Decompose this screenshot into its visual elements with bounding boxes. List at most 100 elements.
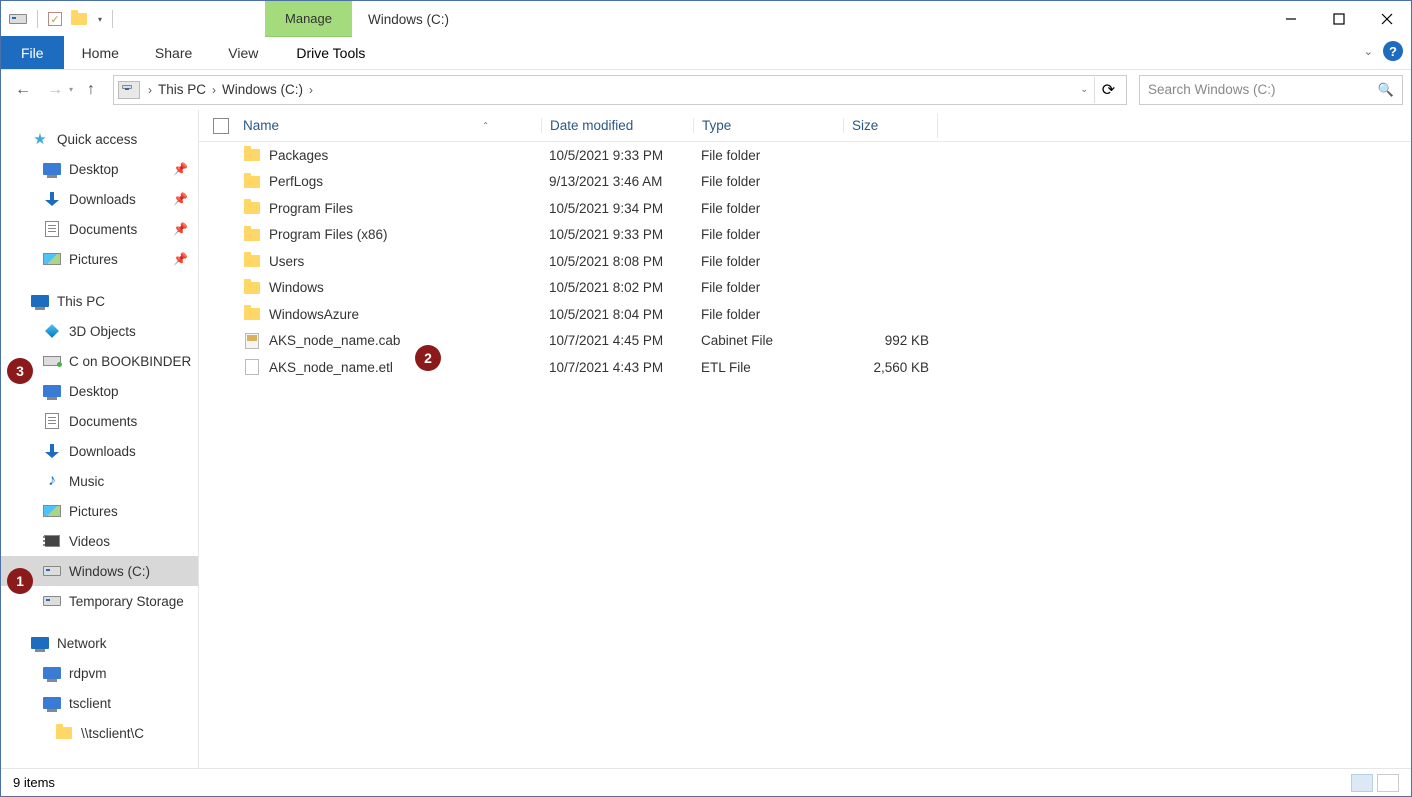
- contextual-tab-manage[interactable]: Manage: [265, 1, 352, 37]
- tree-videos[interactable]: Videos: [1, 526, 198, 556]
- file-row[interactable]: AKS_node_name.cab10/7/2021 4:45 PMCabine…: [199, 328, 1411, 355]
- column-label: Name: [243, 118, 279, 133]
- drive-icon[interactable]: [9, 10, 27, 28]
- drive-icon: [43, 562, 61, 580]
- folder-icon: [243, 173, 261, 191]
- search-input[interactable]: [1148, 82, 1378, 97]
- file-type: File folder: [693, 307, 843, 322]
- file-row[interactable]: Program Files (x86)10/5/2021 9:33 PMFile…: [199, 222, 1411, 249]
- tree-temporary-storage[interactable]: Temporary Storage: [1, 586, 198, 616]
- refresh-button[interactable]: ⟳: [1094, 77, 1122, 103]
- tree-this-pc[interactable]: This PC: [1, 286, 198, 316]
- tree-pictures[interactable]: Pictures: [1, 496, 198, 526]
- column-name[interactable]: Name⌃: [243, 118, 541, 133]
- tree-downloads[interactable]: Downloads: [1, 436, 198, 466]
- tree-desktop-qa[interactable]: Desktop 📌: [1, 154, 198, 184]
- tree-documents-qa[interactable]: Documents 📌: [1, 214, 198, 244]
- help-icon[interactable]: ?: [1383, 41, 1403, 61]
- file-date: 10/5/2021 8:04 PM: [541, 307, 693, 322]
- tree-music[interactable]: ♪Music: [1, 466, 198, 496]
- tree-pictures-qa[interactable]: Pictures 📌: [1, 244, 198, 274]
- tab-share[interactable]: Share: [137, 36, 210, 69]
- history-dropdown-icon[interactable]: ▾: [69, 85, 73, 94]
- up-button[interactable]: ↑: [77, 76, 105, 104]
- tree-label: This PC: [57, 294, 105, 309]
- callout-3: 3: [7, 358, 33, 384]
- minimize-button[interactable]: [1267, 1, 1315, 37]
- pictures-icon: [43, 250, 61, 268]
- select-all-checkbox[interactable]: [213, 118, 229, 134]
- tree-rdpvm[interactable]: rdpvm: [1, 658, 198, 688]
- pin-icon: 📌: [173, 252, 188, 266]
- download-icon: [43, 442, 61, 460]
- breadcrumb-sep[interactable]: ›: [210, 83, 218, 97]
- column-size[interactable]: Size: [843, 118, 937, 133]
- search-icon[interactable]: 🔍: [1378, 82, 1394, 98]
- tab-home[interactable]: Home: [64, 36, 137, 69]
- breadcrumb-this-pc[interactable]: This PC: [154, 82, 210, 97]
- tree-quick-access[interactable]: ★ Quick access: [1, 124, 198, 154]
- status-bar: 9 items: [1, 768, 1411, 796]
- tab-view[interactable]: View: [210, 36, 276, 69]
- details-view-button[interactable]: [1351, 774, 1373, 792]
- address-dropdown-icon[interactable]: ⌄: [1074, 84, 1094, 95]
- tree-tsclient[interactable]: tsclient: [1, 688, 198, 718]
- address-bar[interactable]: › This PC › Windows (C:) › ⌄ ⟳: [113, 75, 1127, 105]
- column-type[interactable]: Type: [693, 118, 843, 133]
- monitor-icon: [43, 160, 61, 178]
- window-title: Windows (C:): [368, 12, 449, 27]
- callout-1: 1: [7, 568, 33, 594]
- file-icon: [243, 358, 261, 376]
- tree-downloads-qa[interactable]: Downloads 📌: [1, 184, 198, 214]
- computer-icon: [43, 694, 61, 712]
- address-bar-row: ← → ▾ ↑ › This PC › Windows (C:) › ⌄ ⟳ 🔍: [1, 70, 1411, 110]
- back-button[interactable]: ←: [9, 76, 37, 104]
- qat-dropdown-icon[interactable]: ▾: [98, 15, 102, 24]
- file-name: Packages: [269, 148, 328, 163]
- file-date: 10/5/2021 9:33 PM: [541, 148, 693, 163]
- file-row[interactable]: PerfLogs9/13/2021 3:46 AMFile folder: [199, 169, 1411, 196]
- file-type: Cabinet File: [693, 333, 843, 348]
- tree-label: Documents: [69, 222, 137, 237]
- breadcrumb-sep[interactable]: ›: [307, 83, 315, 97]
- column-date[interactable]: Date modified: [541, 118, 693, 133]
- file-row[interactable]: Users10/5/2021 8:08 PMFile folder: [199, 248, 1411, 275]
- folder-icon[interactable]: [70, 10, 88, 28]
- file-row[interactable]: Program Files10/5/2021 9:34 PMFile folde…: [199, 195, 1411, 222]
- close-button[interactable]: [1363, 1, 1411, 37]
- file-date: 10/7/2021 4:43 PM: [541, 360, 693, 375]
- file-row[interactable]: Windows10/5/2021 8:02 PMFile folder: [199, 275, 1411, 302]
- file-row[interactable]: WindowsAzure10/5/2021 8:04 PMFile folder: [199, 301, 1411, 328]
- tree-label: 3D Objects: [69, 324, 136, 339]
- file-date: 10/5/2021 9:33 PM: [541, 227, 693, 242]
- separator: [37, 10, 38, 28]
- breadcrumb-windows-c[interactable]: Windows (C:): [218, 82, 307, 97]
- file-tab[interactable]: File: [1, 36, 64, 69]
- file-date: 10/5/2021 9:34 PM: [541, 201, 693, 216]
- video-icon: [43, 532, 61, 550]
- tree-documents[interactable]: Documents: [1, 406, 198, 436]
- file-row[interactable]: Packages 10/5/2021 9:33 PMFile folder: [199, 142, 1411, 169]
- forward-button[interactable]: →: [41, 76, 69, 104]
- thumbnails-view-button[interactable]: [1377, 774, 1399, 792]
- tree-3d-objects[interactable]: 3D Objects: [1, 316, 198, 346]
- file-row[interactable]: AKS_node_name.etl10/7/2021 4:43 PMETL Fi…: [199, 354, 1411, 381]
- maximize-button[interactable]: [1315, 1, 1363, 37]
- tree-network[interactable]: Network: [1, 628, 198, 658]
- tree-label: Pictures: [69, 252, 118, 267]
- tab-drive-tools[interactable]: Drive Tools: [280, 36, 381, 69]
- folder-icon: [243, 279, 261, 297]
- view-toggles: [1351, 774, 1399, 792]
- tree-label: rdpvm: [69, 666, 107, 681]
- folder-icon: [243, 305, 261, 323]
- tree-label: Videos: [69, 534, 110, 549]
- tree-desktop[interactable]: Desktop: [1, 376, 198, 406]
- file-type: File folder: [693, 148, 843, 163]
- star-icon: ★: [31, 130, 49, 148]
- file-type: ETL File: [693, 360, 843, 375]
- pin-icon: 📌: [173, 192, 188, 206]
- checkbox-icon[interactable]: ✓: [48, 12, 62, 26]
- search-box[interactable]: 🔍: [1139, 75, 1403, 105]
- ribbon-expand-icon[interactable]: ⌄: [1364, 45, 1373, 58]
- tree-tsclient-c[interactable]: \\tsclient\C: [1, 718, 198, 748]
